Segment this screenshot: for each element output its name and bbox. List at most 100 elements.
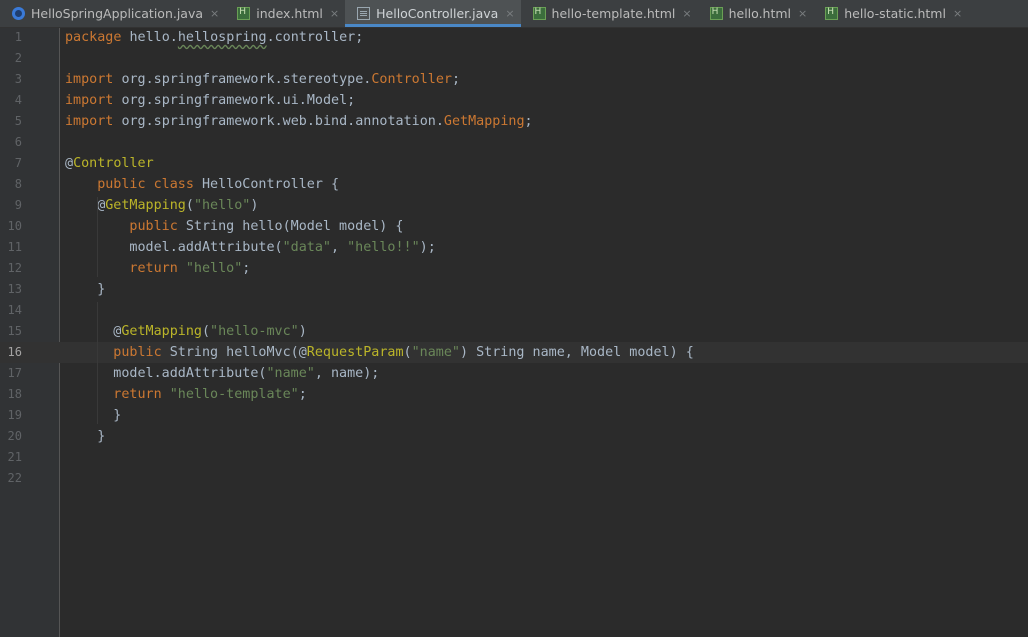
code-line[interactable]: 1 package hello.hellospring.controller;	[0, 27, 1028, 48]
code-token: (	[185, 198, 194, 213]
code-line[interactable]: 8 public class HelloController {	[0, 174, 1028, 195]
code-token: (	[201, 324, 211, 339]
code-text: import org.springframework.web.bind.anno…	[65, 111, 533, 132]
code-line[interactable]: 5 import org.springframework.web.bind.ann…	[0, 111, 1028, 132]
code-token: ;	[242, 261, 251, 276]
code-line[interactable]: 7 @Controller	[0, 153, 1028, 174]
tab-hellospringapplication-java[interactable]: HelloSpringApplication.java ×	[0, 0, 225, 27]
code-token: GetMapping	[105, 198, 186, 213]
code-text: }	[113, 405, 121, 426]
code-token: import	[65, 72, 122, 87]
code-line[interactable]: 22	[0, 468, 1028, 489]
code-text: public String hello(Model model) {	[129, 216, 403, 237]
code-line[interactable]: 4 import org.springframework.ui.Model;	[0, 90, 1028, 111]
line-number: 20	[7, 429, 22, 443]
code-line[interactable]: 18 return "hello-template";	[0, 384, 1028, 405]
tab-hello-html[interactable]: hello.html ×	[698, 0, 814, 27]
line-number: 7	[14, 156, 22, 170]
line-number: 21	[7, 450, 22, 464]
code-line[interactable]: 11 model.addAttribute("data", "hello!!");	[0, 237, 1028, 258]
code-line[interactable]: 13}	[0, 279, 1028, 300]
close-icon[interactable]: ×	[330, 8, 339, 19]
code-text: @Controller	[65, 153, 154, 174]
code-text: public class HelloController {	[97, 174, 339, 195]
code-token: @	[65, 156, 74, 171]
code-token: String helloMvc(@	[169, 345, 307, 360]
code-token: Controller	[73, 156, 154, 171]
code-line[interactable]: 2	[0, 48, 1028, 69]
code-token: ;	[524, 114, 533, 129]
tab-index-html[interactable]: index.html ×	[225, 0, 345, 27]
code-token: org.springframework.ui.Model;	[121, 93, 356, 108]
line-number: 9	[14, 198, 22, 212]
code-line[interactable]: 3 import org.springframework.stereotype.C…	[0, 69, 1028, 90]
indent-guide	[97, 302, 99, 424]
line-number: 15	[7, 324, 22, 338]
code-token: "hello-mvc"	[210, 324, 299, 339]
close-icon[interactable]: ×	[505, 8, 514, 19]
code-text: @GetMapping("hello-mvc")	[113, 321, 307, 342]
code-token: "hello"	[185, 261, 243, 276]
indent-guide	[97, 197, 99, 277]
code-line[interactable]: 6	[0, 132, 1028, 153]
code-token: GetMapping	[121, 324, 202, 339]
line-number: 14	[7, 303, 22, 317]
line-number: 11	[7, 240, 22, 254]
line-number: 17	[7, 366, 22, 380]
line-number: 8	[14, 177, 22, 191]
code-line[interactable]: 14	[0, 300, 1028, 321]
line-number: 13	[7, 282, 22, 296]
code-token: model.addAttribute(	[129, 240, 283, 255]
tab-hellocontroller-java[interactable]: HelloController.java ×	[345, 0, 521, 27]
close-icon[interactable]: ×	[682, 8, 691, 19]
line-number: 22	[7, 471, 22, 485]
code-token: )	[298, 324, 307, 339]
spring-app-icon	[12, 7, 25, 20]
code-token: package	[65, 30, 130, 45]
code-line[interactable]: 20}	[0, 426, 1028, 447]
java-file-icon	[357, 7, 371, 20]
code-token: org.springframework.stereotype.	[121, 72, 372, 87]
code-line[interactable]: 16 public String helloMvc(@RequestParam("…	[0, 342, 1028, 363]
code-line[interactable]: 21	[0, 447, 1028, 468]
tab-label: hello-template.html	[551, 6, 676, 21]
code-token: }	[113, 408, 122, 423]
tab-label: hello-static.html	[844, 6, 946, 21]
line-number: 18	[7, 387, 22, 401]
code-token: "hello"	[193, 198, 251, 213]
line-number: 10	[7, 219, 22, 233]
code-line[interactable]: 15 @GetMapping("hello-mvc")	[0, 321, 1028, 342]
code-text: return "hello-template";	[113, 384, 307, 405]
line-number: 6	[14, 135, 22, 149]
tab-hello-static-html[interactable]: hello-static.html ×	[813, 0, 968, 27]
code-text: package hello.hellospring.controller;	[65, 27, 363, 48]
tab-label: HelloSpringApplication.java	[31, 6, 204, 21]
code-token: public	[129, 219, 186, 234]
code-token: ;	[298, 387, 307, 402]
code-editor[interactable]: 1 package hello.hellospring.controller; 2 3…	[0, 28, 1028, 637]
code-token: ) String name, Model model) {	[459, 345, 694, 360]
code-line[interactable]: 9 @GetMapping("hello")	[0, 195, 1028, 216]
close-icon[interactable]: ×	[798, 8, 807, 19]
code-text: model.addAttribute("data", "hello!!");	[129, 237, 435, 258]
close-icon[interactable]: ×	[210, 8, 219, 19]
code-line[interactable]: 19}	[0, 405, 1028, 426]
tab-hello-template-html[interactable]: hello-template.html ×	[521, 0, 698, 27]
html-file-icon	[237, 7, 251, 20]
code-line[interactable]: 12 return "hello";	[0, 258, 1028, 279]
tab-label: index.html	[256, 6, 323, 21]
code-token: "hello-template"	[169, 387, 299, 402]
code-token: , name);	[314, 366, 380, 381]
code-line[interactable]: 10 public String hello(Model model) {	[0, 216, 1028, 237]
code-token: return	[129, 261, 186, 276]
tab-label: HelloController.java	[376, 6, 499, 21]
tab-label: hello.html	[728, 6, 792, 21]
code-text: }	[97, 279, 105, 300]
code-token: import	[65, 114, 122, 129]
code-token: hellospring	[177, 30, 267, 45]
code-line[interactable]: 17 model.addAttribute("name", name);	[0, 363, 1028, 384]
close-icon[interactable]: ×	[953, 8, 962, 19]
code-token: }	[97, 429, 106, 444]
code-token: )	[250, 198, 259, 213]
editor-tab-bar: HelloSpringApplication.java×index.html×H…	[0, 0, 1028, 28]
